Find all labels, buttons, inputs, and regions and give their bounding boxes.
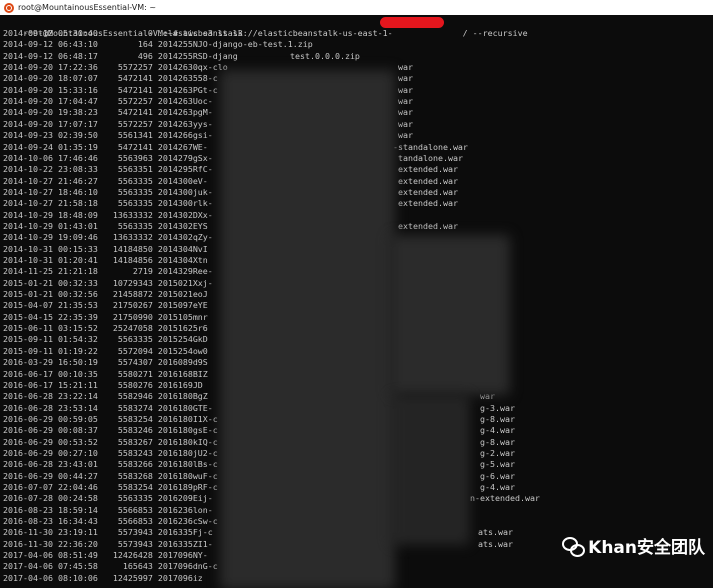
terminal-row-suffix: war: [398, 130, 413, 141]
terminal-row: 2016-03-29 16:50:19 5574307 2016089d9S: [3, 357, 208, 368]
terminal-row-suffix: n-extended.war: [470, 493, 540, 504]
terminal-row: 2016-06-29 00:44:27 5583268 2016180wuF-c: [3, 470, 218, 481]
terminal-row: 2016-06-17 15:21:11 5580276 2016169JD: [3, 379, 203, 390]
terminal-row: 2016-06-29 00:08:37 5583246 2016180gsE-c: [3, 425, 218, 436]
terminal-row: 2016-07-07 22:04:46 5583254 2016189pRF-c: [3, 482, 218, 492]
terminal-row-suffix: war: [398, 73, 413, 84]
terminal-row: 2014-09-12 06:43:10 164 2014255NJO-djang…: [3, 39, 313, 50]
terminal-row-suffix: -standalone.war: [393, 141, 468, 152]
terminal-row-suffix: extended.war: [398, 164, 458, 175]
terminal-row: 2014-10-31 01:20:41 14184856 2014304Xtn: [3, 255, 208, 265]
terminal-row: 2014-09-20 17:04:47 5572257 2014263Uoc-: [3, 96, 213, 107]
terminal-row: 2014-09-12 06:48:17 496 2014255RSD-djang: [3, 50, 238, 61]
terminal-row-suffix: war: [398, 96, 413, 107]
terminal-row: 2014-10-29 18:48:09 13633332 2014302DXx-: [3, 209, 213, 220]
terminal-row: 2014-11-25 21:21:18 2719 2014329Ree-: [3, 266, 213, 277]
terminal-row: 2016-06-28 23:22:14 5582946 2016180BgZ: [3, 391, 208, 402]
terminal-row: 2014-10-29 19:09:46 13633332 2014302qZy-: [3, 232, 213, 243]
terminal-row-suffix: g-2.war: [480, 447, 515, 458]
terminal-row-suffix: extended.war: [398, 186, 458, 197]
terminal-row: 2014-09-20 17:22:36 5572257 20142630qx-c…: [3, 62, 228, 73]
terminal-row: 2015-09-11 01:54:32 5563335 2015254GkD: [3, 334, 208, 345]
ubuntu-logo-icon: [4, 2, 14, 13]
terminal-row-suffix: g-4.war: [480, 425, 515, 436]
terminal-row-suffix: tandalone.war: [398, 152, 463, 163]
terminal-row: 2016-06-28 23:53:14 5583274 2016180GTE-: [3, 402, 213, 413]
watermark: Khan安全团队: [562, 533, 705, 558]
redaction-blur: [390, 395, 470, 545]
terminal-row: 2017-04-06 08:10:06 12425997 2017096iz: [3, 572, 203, 583]
terminal-row-suffix: test.0.0.0.zip: [290, 50, 360, 61]
terminal-row: 2014-10-27 18:46:10 5563335 2014300juk-: [3, 186, 213, 197]
redaction-blur: [220, 70, 395, 588]
wechat-icon: [562, 536, 586, 557]
terminal-row: 2015-01-21 00:32:33 10729343 2015021Xxj-: [3, 277, 213, 288]
terminal-row: 2016-11-30 22:36:20 5573943 2016335ZI1-: [3, 538, 213, 549]
terminal-row: 2015-09-11 01:19:22 5572094 2015254ow0: [3, 345, 208, 356]
terminal-row-suffix: g-8.war: [480, 413, 515, 424]
terminal-row-suffix: ats.war: [478, 527, 513, 538]
terminal-row-suffix: war: [398, 107, 413, 118]
terminal-row-suffix: g-4.war: [480, 482, 515, 492]
redaction-mark: [380, 17, 444, 28]
terminal-row: 2014-09-24 01:35:19 5472141 2014267WE-: [3, 141, 208, 152]
command-suffix: / --recursive: [462, 28, 528, 38]
terminal-row: 2017-04-06 08:51:49 12426428 2017096NY-: [3, 550, 208, 561]
terminal-row: 2014-09-20 17:07:17 5572257 2014263yys-: [3, 118, 213, 129]
terminal-row-suffix: g-3.war: [480, 402, 515, 413]
terminal-row: 2016-07-28 00:24:58 5563335 2016209Eij-: [3, 493, 213, 504]
terminal-row-suffix: war: [398, 118, 413, 129]
terminal-row-suffix: war: [398, 84, 413, 95]
terminal-row-suffix: ats.war: [478, 538, 513, 549]
window-title: root@MountainousEssential-VM: ~: [18, 3, 157, 12]
terminal-row-suffix: extended.war: [398, 220, 458, 231]
terminal-row-suffix: extended.war: [398, 175, 458, 186]
terminal-row: 2014-10-22 23:08:33 5563351 2014295RfC-: [3, 164, 213, 175]
terminal-row-suffix: extended.war: [398, 198, 458, 209]
terminal-row: 2014-09-20 18:07:07 5472141 2014263558-c: [3, 73, 218, 84]
terminal-row: 2016-11-30 23:19:11 5573943 2016335Fj-c: [3, 527, 213, 538]
terminal-row: 2014-10-29 01:43:01 5563335 2014302EYS: [3, 220, 208, 231]
terminal-row: 2016-08-23 16:34:43 5566853 2016236cSw-c: [3, 516, 218, 527]
terminal-row: 2014-09-23 02:39:50 5561341 2014266gsi-: [3, 130, 213, 141]
terminal-row: 2014-10-27 21:46:27 5563335 2014300eV-: [3, 175, 208, 186]
terminal-row: 2016-06-17 00:10:35 5580271 2016168BIZ: [3, 368, 208, 379]
terminal-row-suffix: war: [398, 62, 413, 73]
terminal-row: 2017-04-06 07:45:58 165643 2017096dnG-c: [3, 561, 218, 572]
terminal-row-suffix: g-5.war: [480, 459, 515, 470]
terminal-row: 2014-10-27 21:58:18 5563335 2014300rlk-: [3, 198, 213, 209]
terminal-row: 2015-01-21 00:32:56 21458872 2015021eoJ: [3, 289, 208, 300]
redaction-blur: [390, 235, 510, 395]
terminal-row: 2014-09-20 15:33:16 5472141 2014263PGt-c: [3, 84, 218, 95]
terminal-row: 2016-08-23 18:59:14 5566853 2016236lon-: [3, 504, 213, 515]
terminal-row: 2016-06-29 00:53:52 5583267 2016180kIQ-c: [3, 436, 218, 447]
terminal-row: 2014-10-31 00:15:33 14184850 2014304NvI: [3, 243, 208, 254]
terminal-output[interactable]: root@MountainousEssential-VM:~# aws s3 l…: [0, 15, 713, 588]
terminal-row: 2015-04-07 21:35:53 21750267 2015097eYE: [3, 300, 208, 311]
terminal-row: 2014-09-20 19:38:23 5472141 2014263pgM-: [3, 107, 213, 118]
watermark-text: Khan安全团队: [588, 538, 705, 558]
terminal-row-suffix: g-8.war: [480, 436, 515, 447]
terminal-row: 2016-06-28 23:43:01 5583266 2016180lBs-c: [3, 459, 218, 470]
window-titlebar: root@MountainousEssential-VM: ~: [0, 0, 713, 15]
command-line: root@MountainousEssential-VM:~# aws s3 l…: [3, 17, 528, 38]
terminal-row: 2015-06-11 03:15:52 25247058 20151625r6: [3, 323, 208, 334]
terminal-row: 2014-09-12 05:30:40 0 .elasticbeanstalk: [3, 28, 243, 38]
terminal-row: 2014-10-06 17:46:46 5563963 2014279gSx-: [3, 152, 213, 163]
terminal-row: 2016-06-29 00:59:05 5583254 2016180I1X-c: [3, 413, 218, 424]
terminal-row: 2015-04-15 22:35:39 21750990 2015105mnr: [3, 311, 208, 322]
terminal-row-suffix: g-6.war: [480, 470, 515, 481]
terminal-row: 2016-06-29 00:27:10 5583243 2016180jU2-c: [3, 447, 218, 458]
